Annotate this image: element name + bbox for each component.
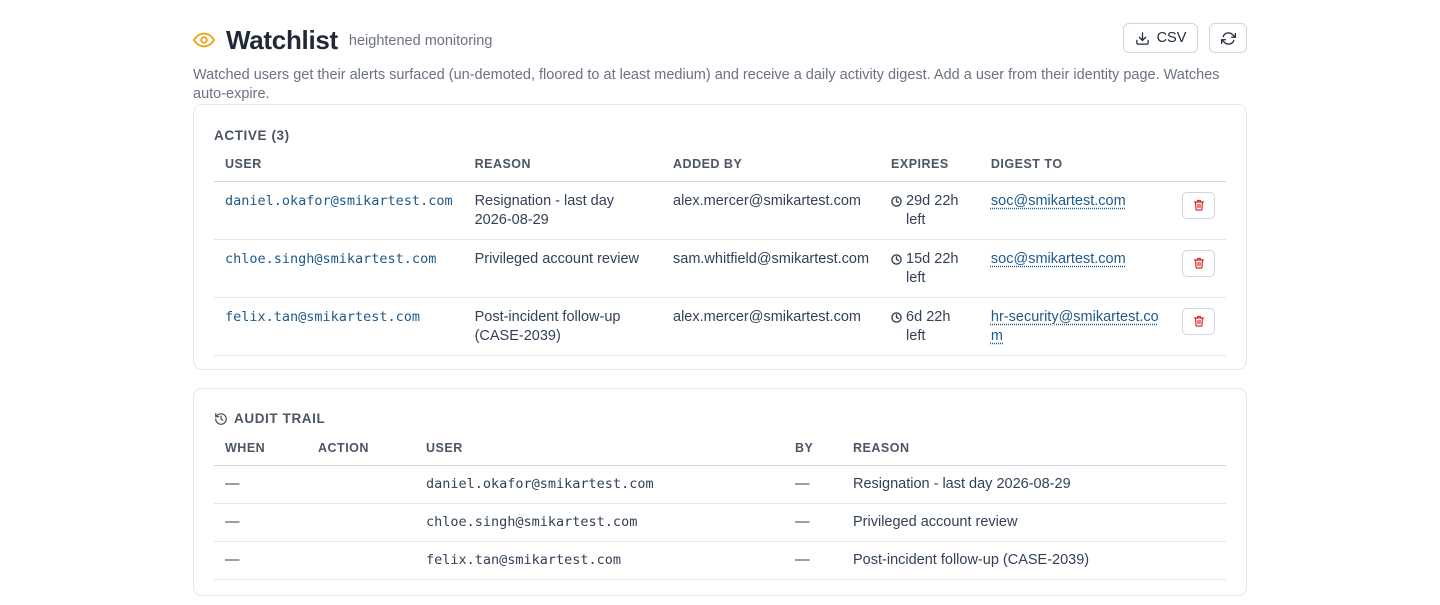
column-header-added-by: ADDED BY [662, 147, 881, 182]
clock-icon [891, 195, 902, 207]
page-description: Watched users get their alerts surfaced … [193, 67, 1220, 102]
digest-email-link[interactable]: hr-security@smikartest.com [991, 309, 1159, 344]
by-cell: — [784, 465, 842, 504]
action-cell [307, 465, 415, 504]
user-link[interactable]: daniel.okafor@smikartest.com [225, 193, 453, 209]
when-cell: — [214, 503, 307, 542]
column-header-user: USER [415, 431, 784, 466]
column-header-expires: EXPIRES [880, 147, 980, 182]
table-row: daniel.okafor@smikartest.com Resignation… [214, 181, 1226, 240]
remove-watch-button[interactable] [1182, 191, 1215, 219]
audit-trail-card: AUDIT TRAIL WHEN ACTION USER BY REASON —… [193, 388, 1247, 596]
added-by-cell: alex.mercer@smikartest.com [662, 297, 881, 356]
column-header-reason: REASON [463, 147, 663, 182]
reason-cell: Privileged account review [463, 239, 663, 298]
trash-icon [1193, 315, 1204, 327]
added-by-cell: alex.mercer@smikartest.com [662, 181, 881, 240]
column-header-reason: REASON [842, 431, 1226, 466]
digest-email-link[interactable]: soc@smikartest.com [991, 251, 1126, 267]
table-header-row: USER REASON ADDED BY EXPIRES DIGEST TO [214, 147, 1226, 182]
header-actions: CSV [1123, 23, 1247, 53]
export-csv-button[interactable]: CSV [1123, 23, 1198, 53]
active-card-title: ACTIVE (3) [214, 127, 290, 143]
refresh-button[interactable] [1209, 23, 1247, 53]
expires-text: 15d 22h left [906, 250, 959, 286]
audit-trail-table: WHEN ACTION USER BY REASON — daniel.okaf… [214, 431, 1226, 580]
clock-icon [891, 253, 902, 265]
remove-watch-button[interactable] [1182, 249, 1215, 277]
export-csv-label: CSV [1156, 30, 1187, 46]
column-header-user: USER [214, 147, 464, 182]
eye-icon [193, 29, 215, 51]
page-subtitle: heightened monitoring [348, 33, 493, 49]
trash-icon [1193, 257, 1204, 269]
table-row: felix.tan@smikartest.com Post-incident f… [214, 297, 1226, 356]
reason-cell: Resignation - last day 2026-08-29 [463, 181, 663, 240]
watchlist-page: Watchlist heightened monitoring CSV Watc… [193, 22, 1247, 596]
page-title: Watchlist [226, 24, 338, 55]
refresh-icon [1220, 31, 1236, 45]
table-row: — daniel.okafor@smikartest.com — Resigna… [214, 465, 1226, 504]
reason-cell: Post-incident follow-up (CASE-2039) [463, 297, 663, 356]
trash-icon [1193, 199, 1204, 211]
active-watchlist-card: ACTIVE (3) USER REASON ADDED BY EXPIRES … [193, 104, 1247, 370]
audit-card-title: AUDIT TRAIL [214, 389, 1226, 431]
user-cell: chloe.singh@smikartest.com [415, 503, 784, 542]
column-header-actions [1171, 147, 1226, 182]
audit-card-title-text: AUDIT TRAIL [234, 411, 326, 426]
table-row: — felix.tan@smikartest.com — Post-incide… [214, 541, 1226, 580]
action-cell [307, 503, 415, 542]
clock-icon [891, 311, 902, 323]
expires-cell: 29d 22h left [891, 192, 969, 230]
when-cell: — [214, 465, 307, 504]
page-header: Watchlist heightened monitoring CSV [193, 22, 1247, 58]
active-watchlist-table: USER REASON ADDED BY EXPIRES DIGEST TO d… [214, 147, 1226, 356]
table-row: — chloe.singh@smikartest.com — Privilege… [214, 503, 1226, 542]
history-icon [215, 412, 227, 425]
expires-cell: 15d 22h left [891, 250, 969, 288]
user-link[interactable]: felix.tan@smikartest.com [225, 309, 420, 325]
when-cell: — [214, 541, 307, 580]
column-header-action: ACTION [307, 431, 415, 466]
remove-watch-button[interactable] [1182, 307, 1215, 335]
table-header-row: WHEN ACTION USER BY REASON [214, 431, 1226, 466]
user-link[interactable]: chloe.singh@smikartest.com [225, 251, 436, 267]
user-cell: daniel.okafor@smikartest.com [415, 465, 784, 504]
reason-cell: Post-incident follow-up (CASE-2039) [842, 541, 1226, 580]
table-row: chloe.singh@smikartest.com Privileged ac… [214, 239, 1226, 298]
expires-text: 6d 22h left [906, 308, 951, 344]
by-cell: — [784, 503, 842, 542]
download-icon [1135, 31, 1149, 45]
expires-cell: 6d 22h left [891, 308, 969, 346]
column-header-digest-to: DIGEST TO [979, 147, 1171, 182]
reason-cell: Privileged account review [842, 503, 1226, 542]
reason-cell: Resignation - last day 2026-08-29 [842, 465, 1226, 504]
user-cell: felix.tan@smikartest.com [415, 541, 784, 580]
digest-email-link[interactable]: soc@smikartest.com [991, 193, 1126, 209]
column-header-by: BY [784, 431, 842, 466]
added-by-cell: sam.whitfield@smikartest.com [662, 239, 881, 298]
column-header-when: WHEN [214, 431, 307, 466]
action-cell [307, 541, 415, 580]
by-cell: — [784, 541, 842, 580]
expires-text: 29d 22h left [906, 192, 959, 228]
